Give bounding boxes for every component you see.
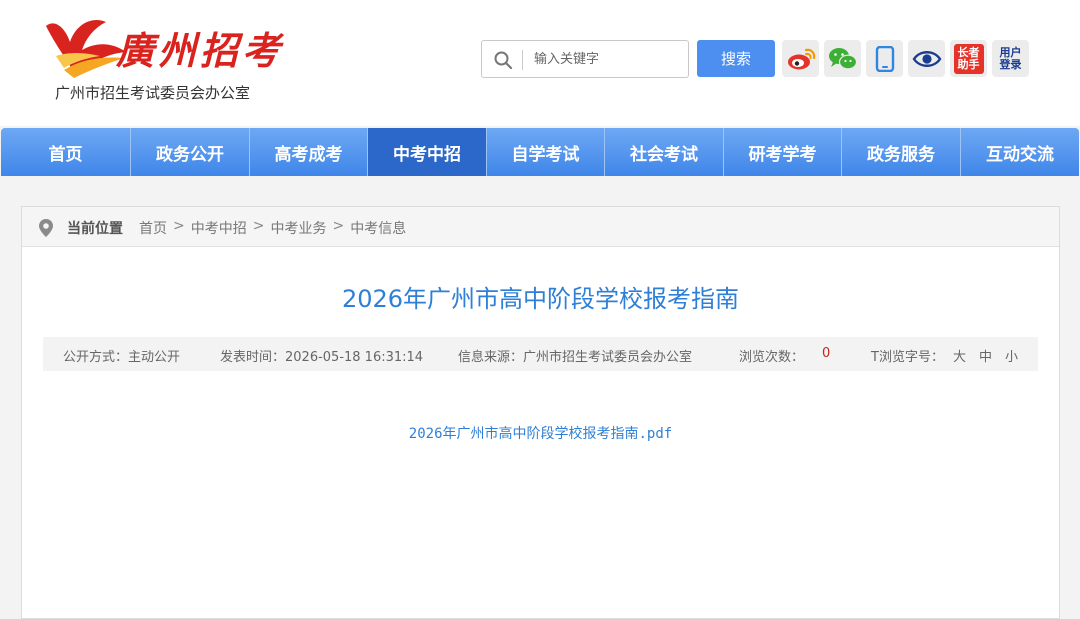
breadcrumb: 当前位置 首页 > 中考中招 > 中考业务 > 中考信息 (22, 207, 1059, 247)
nav-item-social-exam[interactable]: 社会考试 (605, 128, 724, 176)
meta-source: 信息来源：广州市招生考试委员会办公室 (458, 350, 693, 365)
search-button[interactable]: 搜索 (697, 40, 775, 77)
site-logo[interactable]: 廣州招考 广州市招生考试委员会办公室 (40, 12, 280, 107)
accessibility-button[interactable] (908, 40, 945, 77)
elderly-assistant-badge: 长者 助手 (953, 43, 984, 74)
nav-item-government-affairs[interactable]: 政务公开 (131, 128, 250, 176)
mobile-button[interactable] (866, 40, 903, 77)
eye-icon (912, 50, 941, 67)
location-pin-icon (39, 219, 53, 237)
nav-item-government-services[interactable]: 政务服务 (842, 128, 961, 176)
nav-item-interaction[interactable]: 互动交流 (961, 128, 1079, 176)
breadcrumb-link-zhongkao-business[interactable]: 中考业务 (270, 218, 326, 238)
search-box (481, 40, 689, 78)
logo-title: 廣州招考 (116, 28, 285, 73)
user-login-badge: 用户 登录 (996, 44, 1026, 74)
article-panel: 当前位置 首页 > 中考中招 > 中考业务 > 中考信息 2026年广州市高中阶… (21, 206, 1060, 619)
nav-item-self-study-exam[interactable]: 自学考试 (487, 128, 605, 176)
breadcrumb-label: 当前位置 (67, 221, 123, 237)
meta-disclosure: 公开方式：主动公开 (63, 350, 181, 365)
main-nav: 首页 政务公开 高考成考 中考中招 自学考试 社会考试 研考学考 政务服务 互动… (1, 128, 1079, 176)
weibo-button[interactable] (782, 40, 819, 77)
font-size-large-button[interactable]: 大 (953, 346, 966, 365)
meta-publish-time: 发表时间：2026-05-18 16:31:14 (220, 350, 424, 365)
meta-views-label: 浏览次数： (739, 350, 805, 365)
elderly-assistant-label-2: 助手 (957, 57, 980, 71)
elderly-assistant-button[interactable]: 长者 助手 (950, 40, 987, 77)
font-size-medium-button[interactable]: 中 (979, 346, 992, 365)
breadcrumb-link-home[interactable]: 首页 (139, 218, 167, 238)
breadcrumb-separator: > (332, 218, 345, 234)
font-size-small-button[interactable]: 小 (1005, 346, 1018, 365)
breadcrumb-path: 首页 > 中考中招 > 中考业务 > 中考信息 (139, 218, 406, 238)
breadcrumb-link-zhongkao-info[interactable]: 中考信息 (350, 218, 406, 238)
article-meta: 公开方式：主动公开 发表时间：2026-05-18 16:31:14 信息来源：… (43, 337, 1038, 371)
mobile-icon (875, 45, 894, 72)
nav-item-home[interactable]: 首页 (1, 128, 131, 176)
user-login-label-2: 登录 (999, 57, 1022, 71)
nav-item-zhongkao[interactable]: 中考中招 (368, 128, 487, 176)
nav-item-graduate-exam[interactable]: 研考学考 (724, 128, 842, 176)
weibo-icon (787, 48, 815, 69)
wechat-icon (828, 47, 857, 69)
user-login-button[interactable]: 用户 登录 (992, 40, 1029, 77)
logo-subtitle: 广州市招生考试委员会办公室 (55, 84, 251, 102)
nav-item-gaokao[interactable]: 高考成考 (250, 128, 368, 176)
site-header: 廣州招考 广州市招生考试委员会办公室 搜索 (0, 0, 1080, 126)
search-input[interactable] (534, 47, 682, 71)
user-login-label-1: 用户 (999, 45, 1022, 59)
wechat-button[interactable] (824, 40, 861, 77)
attachment-link[interactable]: 2026年广州市高中阶段学校报考指南.pdf (22, 423, 1059, 443)
search-icon (494, 51, 513, 70)
meta-font-size-label: T浏览字号： (871, 350, 944, 365)
breadcrumb-separator: > (252, 218, 265, 234)
meta-views-count: 0 (822, 346, 831, 361)
breadcrumb-link-zhongkao[interactable]: 中考中招 (191, 218, 247, 238)
breadcrumb-separator: > (173, 218, 185, 234)
elderly-assistant-label-1: 长者 (957, 45, 980, 59)
article-title: 2026年广州市高中阶段学校报考指南 (341, 285, 740, 313)
search-separator (522, 50, 523, 70)
